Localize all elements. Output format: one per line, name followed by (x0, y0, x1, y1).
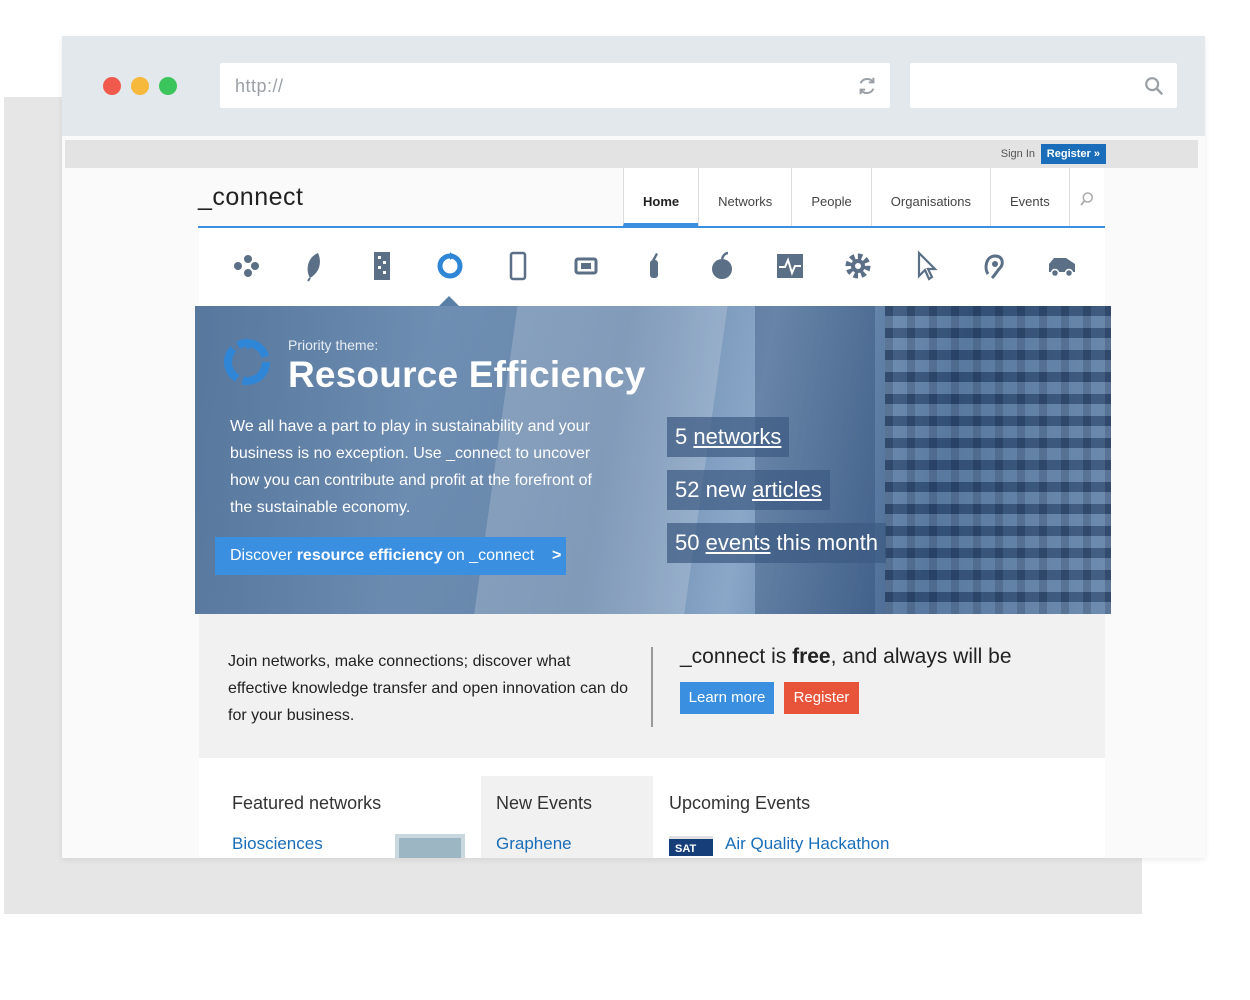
promo-section: Join networks, make connections; discove… (199, 614, 1105, 758)
stat-text: this month (770, 530, 879, 555)
featured-network-link[interactable]: Biosciences (232, 834, 323, 854)
free-statement-prefix: _connect is (680, 645, 793, 668)
category-bar (199, 228, 1105, 306)
nav-networks[interactable]: Networks (698, 168, 792, 226)
promo-text: Join networks, make connections; discove… (228, 653, 628, 724)
stat-networks: 5 networks (667, 417, 790, 457)
cursor-icon[interactable] (910, 250, 942, 282)
articles-link[interactable]: articles (752, 477, 822, 502)
gear-icon[interactable] (842, 250, 874, 282)
active-category-pointer (439, 296, 459, 306)
search-icon (1080, 192, 1093, 206)
hero-background-building (755, 306, 875, 614)
address-bar[interactable]: http:// (220, 63, 890, 108)
nav-organisations[interactable]: Organisations (870, 168, 991, 226)
stat-number: 50 (675, 530, 700, 555)
register-button[interactable]: Register (784, 682, 859, 714)
new-events-title: New Events (496, 793, 593, 813)
molecule-icon[interactable] (230, 250, 262, 282)
search-icon[interactable] (1143, 75, 1165, 97)
nav-people[interactable]: People (791, 168, 871, 226)
discover-button-suffix: on _connect (442, 547, 535, 564)
browser-window: http:// Sign In Register » _connect Home… (62, 36, 1205, 858)
chevron-right-icon: > (551, 547, 562, 564)
network-thumbnail[interactable] (395, 834, 465, 858)
discover-button-prefix: Discover (230, 547, 297, 564)
apple-icon[interactable] (706, 250, 738, 282)
new-event-link[interactable]: Graphene (496, 834, 572, 854)
promo-divider (651, 647, 653, 727)
free-statement: _connect is free, and always will be (680, 645, 1012, 669)
heartbeat-monitor-icon[interactable] (774, 250, 806, 282)
events-link[interactable]: events (706, 530, 771, 555)
chip-icon[interactable] (570, 250, 602, 282)
hearing-icon[interactable] (978, 250, 1010, 282)
stat-text: new (699, 477, 753, 502)
discover-button-topic: resource efficiency (296, 547, 443, 564)
free-statement-bold: free (792, 645, 831, 668)
hero-banner: Priority theme: Resource Efficiency We a… (195, 306, 1111, 614)
website: Sign In Register » _connect Home Network… (62, 136, 1205, 858)
leaf-icon[interactable] (298, 250, 330, 282)
nav-events[interactable]: Events (990, 168, 1069, 226)
featured-networks-title: Featured networks (232, 793, 382, 813)
recycle-icon[interactable] (434, 250, 466, 282)
hero-background-building (885, 306, 1111, 614)
reload-icon[interactable] (856, 75, 878, 97)
hero-kicker: Priority theme: (288, 337, 379, 353)
nav-home[interactable]: Home (623, 168, 699, 226)
browser-toolbar: http:// (62, 36, 1205, 136)
free-statement-suffix: , and always will be (830, 645, 1012, 668)
circuit-board-icon[interactable] (366, 250, 398, 282)
stat-number: 52 (675, 477, 700, 502)
account-bar: Sign In Register » (65, 140, 1198, 168)
register-top-button[interactable]: Register » (1040, 144, 1106, 164)
networks-link[interactable]: networks (693, 424, 781, 449)
minimize-window-button[interactable] (131, 77, 149, 95)
maximize-window-button[interactable] (159, 77, 177, 95)
upcoming-events-title: Upcoming Events (669, 793, 811, 813)
hero-description: We all have a part to play in sustainabi… (230, 418, 592, 516)
nav-search-button[interactable] (1068, 168, 1104, 226)
stat-articles: 52 new articles (667, 470, 830, 510)
address-text: http:// (235, 76, 284, 96)
stat-events: 50 events this month (667, 523, 887, 563)
stat-number: 5 (675, 424, 688, 449)
pipette-icon[interactable] (638, 250, 670, 282)
browser-search-field[interactable] (910, 63, 1177, 108)
lower-section: Featured networks Biosciences New Events… (199, 758, 1105, 858)
close-window-button[interactable] (103, 77, 121, 95)
discover-button[interactable]: Discover resource efficiency on _connect… (215, 537, 566, 575)
upcoming-event-link[interactable]: Air Quality Hackathon (725, 834, 889, 854)
recycle-icon (224, 338, 270, 385)
sign-in-link[interactable]: Sign In (1001, 148, 1035, 160)
learn-more-button[interactable]: Learn more (680, 682, 774, 714)
hero-title: Resource Efficiency (288, 354, 646, 395)
site-logo[interactable]: _connect (198, 183, 303, 212)
event-day-badge: SAT (669, 836, 713, 856)
mobile-phone-icon[interactable] (502, 250, 534, 282)
main-nav: Home Networks People Organisations Event… (623, 168, 1104, 226)
truck-icon[interactable] (1046, 250, 1078, 282)
